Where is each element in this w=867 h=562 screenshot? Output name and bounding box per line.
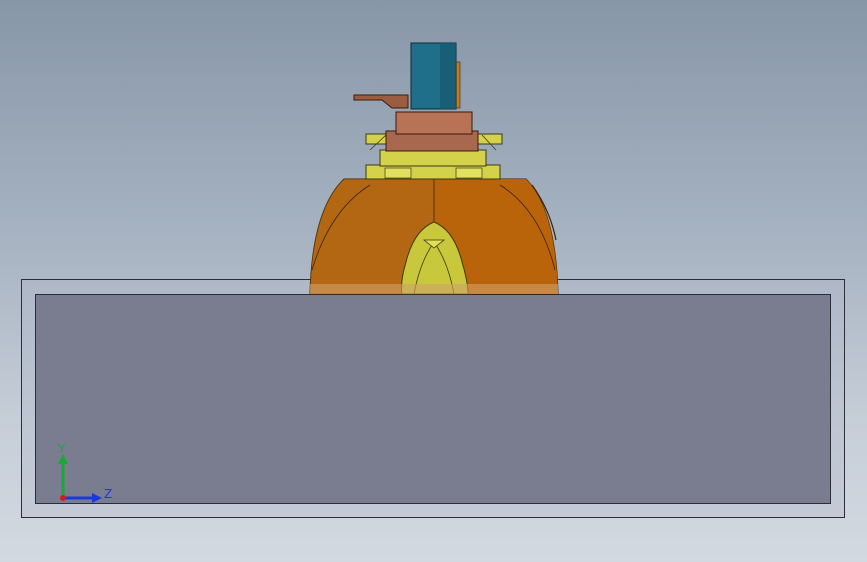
z-axis-label: Z <box>104 487 112 501</box>
dome-rim <box>310 284 558 294</box>
graphics-viewport[interactable]: Y Z <box>0 0 867 562</box>
y-axis-label: Y <box>57 442 66 456</box>
coordinate-triad: Y Z <box>57 442 112 503</box>
motor-cylinder[interactable] <box>410 42 461 110</box>
x-axis-dot <box>60 495 66 501</box>
cad-model[interactable] <box>0 0 867 562</box>
